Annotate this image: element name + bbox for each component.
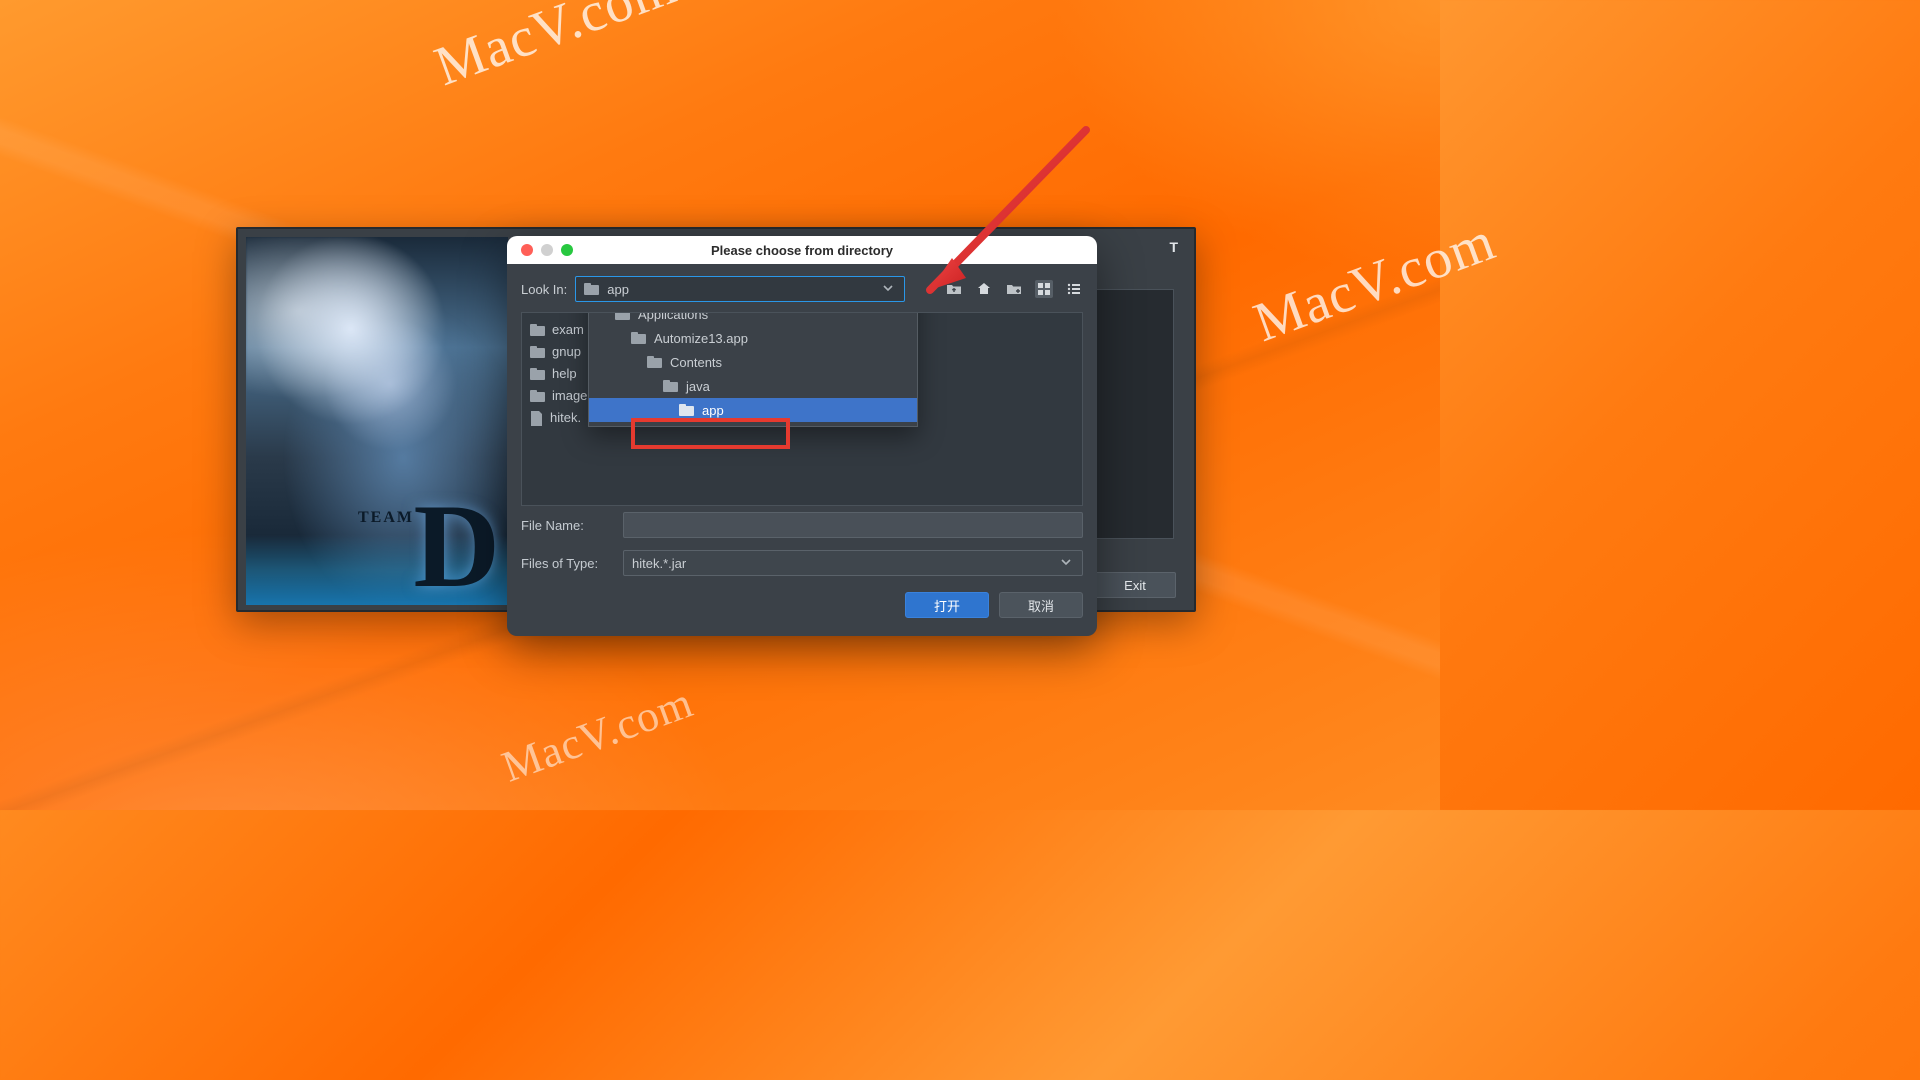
chevron-down-icon [880, 280, 896, 299]
file-browser-panel[interactable]: exam gnup help image hitek. / Applicatio… [521, 312, 1083, 506]
file-name-label: File Name: [521, 518, 613, 533]
dropdown-item[interactable]: java [589, 374, 917, 398]
new-folder-icon[interactable] [1005, 280, 1023, 298]
list-item[interactable]: exam [530, 319, 587, 341]
look-in-label: Look In: [521, 282, 567, 297]
look-in-value: app [607, 282, 629, 297]
folder-icon [615, 312, 630, 320]
list-item[interactable]: gnup [530, 341, 587, 363]
list-item[interactable]: image [530, 385, 587, 407]
folder-list: exam gnup help image hitek. [530, 319, 587, 429]
folder-icon [530, 324, 545, 336]
folder-icon [679, 404, 694, 416]
dropdown-item[interactable]: Applications [589, 312, 917, 326]
dialog-titlebar[interactable]: Please choose from directory [507, 236, 1097, 264]
folder-icon [584, 283, 599, 295]
dropdown-item-selected[interactable]: app [589, 398, 917, 422]
folder-icon [530, 346, 545, 358]
file-chooser-dialog: Please choose from directory Look In: ap… [507, 236, 1097, 636]
open-button[interactable]: 打开 [905, 592, 989, 618]
folder-icon [647, 356, 662, 368]
list-item[interactable]: hitek. [530, 407, 587, 429]
file-icon [530, 411, 543, 426]
list-item[interactable]: help [530, 363, 587, 385]
files-of-type-label: Files of Type: [521, 556, 613, 571]
list-view-icon[interactable] [1065, 280, 1083, 298]
home-icon[interactable] [975, 280, 993, 298]
splash-artwork: TEAM D [246, 237, 508, 605]
cancel-button[interactable]: 取消 [999, 592, 1083, 618]
folder-icon [530, 368, 545, 380]
file-name-input[interactable] [623, 512, 1083, 538]
chevron-down-icon [1058, 554, 1074, 573]
folder-up-icon[interactable] [945, 280, 963, 298]
background-title-fragment: T [1169, 239, 1178, 255]
files-of-type-select[interactable]: hitek.*.jar [623, 550, 1083, 576]
dropdown-item[interactable]: Contents [589, 350, 917, 374]
dialog-title: Please choose from directory [507, 243, 1097, 258]
exit-button[interactable]: Exit [1094, 572, 1176, 598]
dropdown-item[interactable]: Automize13.app [589, 326, 917, 350]
look-in-combobox[interactable]: app [575, 276, 905, 302]
look-in-dropdown-popup: / Applications Automize13.app Contents j… [588, 312, 918, 427]
folder-icon [631, 332, 646, 344]
grid-view-icon[interactable] [1035, 280, 1053, 298]
folder-icon [663, 380, 678, 392]
folder-icon [530, 390, 545, 402]
